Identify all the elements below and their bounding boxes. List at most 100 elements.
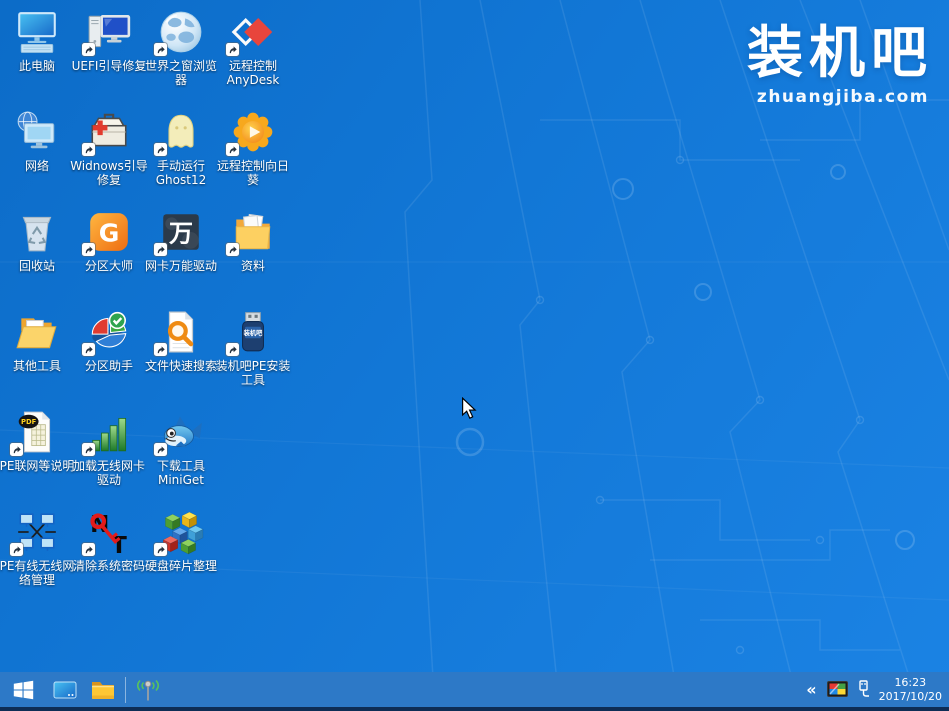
icon-label: 资料 xyxy=(213,259,293,273)
nic-driver-icon: 万 xyxy=(157,208,205,256)
desktop-icon-world-window-browser[interactable]: 世界之窗浏览器 xyxy=(145,6,217,106)
anydesk-icon xyxy=(229,8,277,56)
desktop-icon-pdf-guide[interactable]: PDF PE联网等说明 xyxy=(1,406,73,506)
shortcut-arrow-icon xyxy=(154,43,167,56)
desktop-icon-partition-assistant[interactable]: 分区助手 xyxy=(73,306,145,406)
desktop-icon-grid: 此电脑 UEFI引导修复 xyxy=(1,6,289,606)
shark-icon xyxy=(157,408,205,456)
file-explorer-button[interactable] xyxy=(84,672,122,707)
this-pc-icon xyxy=(13,8,61,56)
brand-domain: zhuangjiba.com xyxy=(747,87,933,107)
icon-label: 其他工具 xyxy=(0,359,77,373)
defrag-cubes-icon xyxy=(157,508,205,556)
taskbar-separator xyxy=(125,677,126,703)
icon-label: 装机吧PE安装工具 xyxy=(213,359,293,388)
desktop-icon-pe-network-manager[interactable]: PE有线无线网络管理 xyxy=(1,506,73,606)
icon-label: 远程控制AnyDesk xyxy=(213,59,293,88)
desktop-icon-pe-installer[interactable]: 装机吧 装机吧PE安装工具 xyxy=(217,306,289,406)
sunflower-icon xyxy=(229,108,277,156)
svg-text:装机吧: 装机吧 xyxy=(243,328,264,337)
shortcut-arrow-icon xyxy=(82,243,95,256)
brand-title: 装机吧 xyxy=(747,26,933,82)
usb-device-tray-icon[interactable] xyxy=(856,680,871,699)
desktop-icon-clear-password[interactable]: N T 清除系统密码 xyxy=(73,506,145,606)
uefi-boot-repair-icon xyxy=(85,8,133,56)
desktop-icon-nic-driver[interactable]: 万 网卡万能驱动 xyxy=(145,206,217,306)
icon-label: 此电脑 xyxy=(0,59,77,73)
desktop-monitor-icon xyxy=(52,679,78,701)
tray-clock[interactable]: 16:23 2017/10/20 xyxy=(879,676,942,702)
shortcut-arrow-icon xyxy=(154,443,167,456)
desktop-icon-partition-master[interactable]: G 分区大师 xyxy=(73,206,145,306)
shortcut-arrow-icon xyxy=(154,543,167,556)
desktop-icon-defrag[interactable]: 硬盘碎片整理 xyxy=(145,506,217,606)
folder-icon xyxy=(90,679,116,701)
icon-label: 分区助手 xyxy=(69,359,149,373)
shortcut-arrow-icon xyxy=(226,143,239,156)
desktop-icon-this-pc[interactable]: 此电脑 xyxy=(1,6,73,106)
display-color-tray-icon[interactable] xyxy=(827,681,848,698)
nt-key-icon: N T xyxy=(85,508,133,556)
shortcut-arrow-icon xyxy=(82,443,95,456)
desktop-icon-windows-boot-repair[interactable]: Widnows引导修复 xyxy=(73,106,145,206)
icon-label: UEFI引导修复 xyxy=(69,59,149,73)
antenna-icon xyxy=(134,677,162,703)
desktop-icon-other-tools[interactable]: 其他工具 xyxy=(1,306,73,406)
tray-expand-button[interactable]: « xyxy=(806,682,816,698)
desktop-icon-uefi-boot-repair[interactable]: UEFI引导修复 xyxy=(73,6,145,106)
tray-time: 16:23 xyxy=(879,676,942,689)
desktop-icon-recycle-bin[interactable]: 回收站 xyxy=(1,206,73,306)
icon-label: 下载工具MiniGet xyxy=(141,459,221,488)
recycle-bin-icon xyxy=(13,208,61,256)
icon-label: Widnows引导修复 xyxy=(69,159,149,188)
empty-grid-cell xyxy=(217,406,289,506)
desktop-icon-file-search[interactable]: 文件快速搜索 xyxy=(145,306,217,406)
shortcut-arrow-icon xyxy=(226,343,239,356)
pdf-document-icon: PDF xyxy=(13,408,61,456)
shortcut-arrow-icon xyxy=(82,343,95,356)
wireless-antenna-button[interactable] xyxy=(129,672,167,707)
icon-label: 硬盘碎片整理 xyxy=(141,559,221,573)
shortcut-arrow-icon xyxy=(10,543,23,556)
shortcut-arrow-icon xyxy=(82,543,95,556)
taskbar: « 16:23 xyxy=(0,672,949,711)
shortcut-arrow-icon xyxy=(10,443,23,456)
desktop-icon-documents[interactable]: 资料 xyxy=(217,206,289,306)
network-icon xyxy=(13,108,61,156)
show-desktop-button[interactable] xyxy=(46,672,84,707)
desktop-icon-sunflower[interactable]: 远程控制向日葵 xyxy=(217,106,289,206)
icon-label: 分区大师 xyxy=(69,259,149,273)
partition-master-icon: G xyxy=(85,208,133,256)
shortcut-arrow-icon xyxy=(226,243,239,256)
world-window-browser-icon xyxy=(157,8,205,56)
shortcut-arrow-icon xyxy=(154,143,167,156)
icon-label: PE有线无线网络管理 xyxy=(0,559,77,588)
icon-label: PE联网等说明 xyxy=(0,459,77,473)
shortcut-arrow-icon xyxy=(82,143,95,156)
desktop-icon-ghost12[interactable]: 手动运行Ghost12 xyxy=(145,106,217,206)
shortcut-arrow-icon xyxy=(154,343,167,356)
shortcut-arrow-icon xyxy=(82,43,95,56)
documents-folder-icon xyxy=(229,208,277,256)
desktop-icon-wireless-driver[interactable]: 加载无线网卡驱动 xyxy=(73,406,145,506)
tray-date: 2017/10/20 xyxy=(879,690,942,703)
usb-drive-icon: 装机吧 xyxy=(229,308,277,356)
partition-assistant-icon xyxy=(85,308,133,356)
file-search-icon xyxy=(157,308,205,356)
mouse-cursor xyxy=(461,397,477,419)
open-folder-icon xyxy=(13,308,61,356)
svg-text:万: 万 xyxy=(169,219,193,247)
desktop-wallpaper[interactable]: 装机吧 zhuangjiba.com 此电脑 xyxy=(0,0,949,711)
desktop-icon-miniget[interactable]: 下载工具MiniGet xyxy=(145,406,217,506)
network-topology-icon xyxy=(13,508,61,556)
icon-label: 网络 xyxy=(0,159,77,173)
icon-label: 文件快速搜索 xyxy=(141,359,221,373)
desktop-icon-anydesk[interactable]: 远程控制AnyDesk xyxy=(217,6,289,106)
signal-bars-icon xyxy=(85,408,133,456)
toolbox-repair-icon xyxy=(85,108,133,156)
start-button[interactable] xyxy=(0,672,46,707)
shortcut-arrow-icon xyxy=(226,43,239,56)
desktop-icon-network[interactable]: 网络 xyxy=(1,106,73,206)
system-tray: « 16:23 xyxy=(806,676,949,702)
icon-label: 回收站 xyxy=(0,259,77,273)
